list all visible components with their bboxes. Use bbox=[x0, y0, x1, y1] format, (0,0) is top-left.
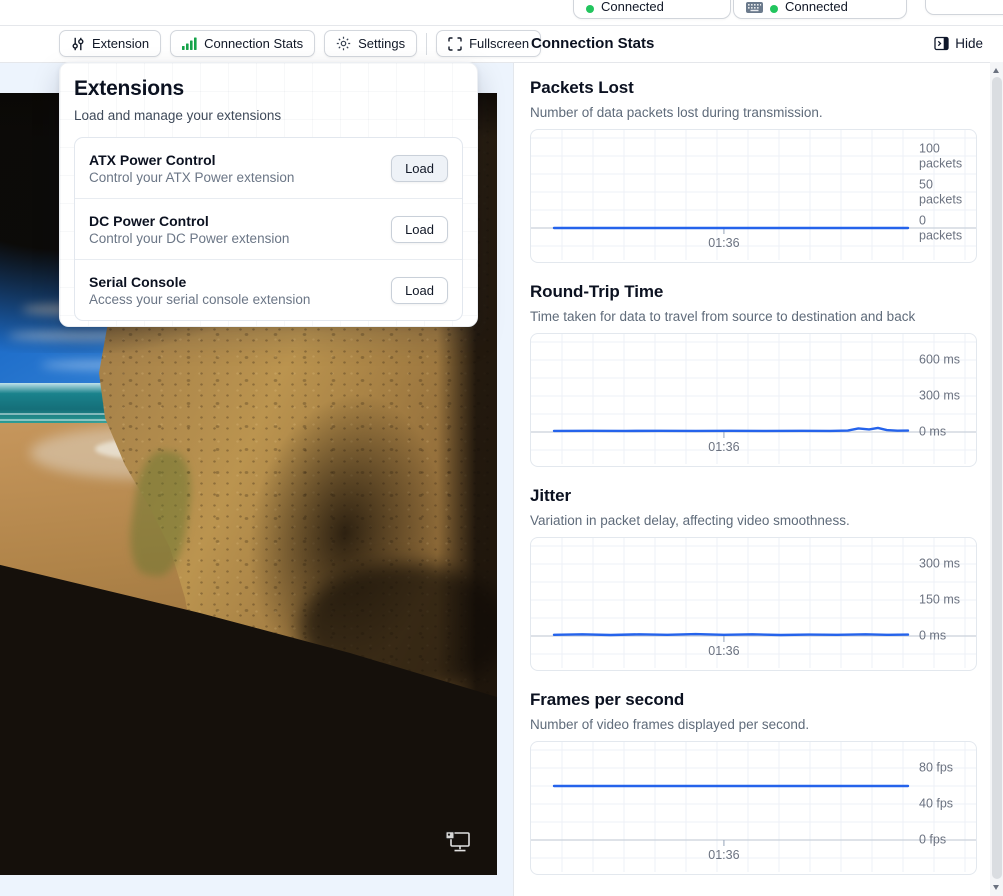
extension-name: DC Power Control bbox=[89, 213, 289, 229]
adjustments-icon bbox=[71, 37, 85, 51]
keyboard-status-badge[interactable]: Connected bbox=[733, 0, 907, 19]
chart-title: Packets Lost bbox=[530, 78, 977, 98]
gear-icon bbox=[336, 36, 351, 51]
scroll-up-arrow-icon[interactable] bbox=[993, 68, 999, 73]
load-extension-button[interactable]: Load bbox=[391, 155, 448, 182]
toolbar-button-settings[interactable]: Settings bbox=[324, 30, 417, 57]
chart-title: Round-Trip Time bbox=[530, 282, 977, 302]
chart-title: Frames per second bbox=[530, 690, 977, 710]
keyboard-status-label: Connected bbox=[785, 0, 848, 14]
top-status-bar: Connected Connected bbox=[0, 0, 1003, 26]
toolbar-button-label: Extension bbox=[92, 36, 149, 51]
y-axis-label: 50 packets bbox=[919, 177, 962, 207]
connection-stats-panel: Packets Lost Number of data packets lost … bbox=[514, 62, 990, 896]
connection-status-badge[interactable]: Connected bbox=[573, 0, 731, 19]
toolbar-button-label: Connection Stats bbox=[204, 36, 303, 51]
extensions-list: ATX Power Control Control your ATX Power … bbox=[74, 137, 463, 321]
extensions-subtitle: Load and manage your extensions bbox=[74, 108, 463, 123]
extension-description: Access your serial console extension bbox=[89, 292, 310, 307]
chart-description: Number of data packets lost during trans… bbox=[530, 105, 977, 120]
chart-title: Jitter bbox=[530, 486, 977, 506]
x-axis-tick-label: 01:36 bbox=[708, 236, 739, 250]
status-dot-icon bbox=[586, 5, 594, 13]
toolbar-button-fullscreen[interactable]: Fullscreen bbox=[436, 30, 541, 57]
extension-description: Control your ATX Power extension bbox=[89, 170, 294, 185]
y-axis-label: 600 ms bbox=[919, 353, 960, 368]
chart-description: Time taken for data to travel from sourc… bbox=[530, 309, 977, 324]
partial-status-badge[interactable] bbox=[925, 0, 1003, 15]
y-axis-label: 0 ms bbox=[919, 629, 946, 644]
status-dot-icon bbox=[770, 5, 778, 13]
stat-section-frames-per-second: Frames per second Number of video frames … bbox=[530, 690, 977, 875]
chart-canvas-round-trip-time: 01:36 600 ms 300 ms 0 ms bbox=[530, 333, 977, 467]
charts-container: Packets Lost Number of data packets lost … bbox=[530, 78, 990, 875]
extensions-popover: Extensions Load and manage your extensio… bbox=[59, 62, 478, 327]
hide-panel-button[interactable]: Hide bbox=[934, 36, 983, 51]
data-line-rtt_ms bbox=[554, 428, 908, 431]
chart-canvas-frames-per-second: 01:36 80 fps 40 fps 0 fps bbox=[530, 741, 977, 875]
chart-canvas-jitter: 01:36 300 ms 150 ms 0 ms bbox=[530, 537, 977, 671]
extension-item-text: DC Power Control Control your DC Power ex… bbox=[89, 213, 289, 246]
header-row: Extension Connection Stats Settings Fullscr… bbox=[0, 25, 1003, 63]
stat-section-round-trip-time: Round-Trip Time Time taken for data to tr… bbox=[530, 282, 977, 467]
panel-collapse-icon bbox=[934, 36, 949, 51]
y-axis-label: 0 ms bbox=[919, 425, 946, 440]
scroll-down-arrow-icon[interactable] bbox=[993, 885, 999, 890]
connection-status-label: Connected bbox=[601, 0, 664, 14]
stats-panel-header: Connection Stats Hide bbox=[531, 25, 983, 62]
y-axis-label: 0 fps bbox=[919, 833, 946, 848]
stat-section-packets-lost: Packets Lost Number of data packets lost … bbox=[530, 78, 977, 263]
panel-scrollbar[interactable] bbox=[990, 62, 1003, 896]
scrollbar-thumb[interactable] bbox=[992, 77, 1002, 879]
extension-item-text: Serial Console Access your serial console… bbox=[89, 274, 310, 307]
chart-description: Number of video frames displayed per sec… bbox=[530, 717, 977, 732]
extension-item: ATX Power Control Control your ATX Power … bbox=[75, 138, 462, 198]
extension-item: DC Power Control Control your DC Power ex… bbox=[75, 198, 462, 259]
y-axis-label: 0 packets bbox=[919, 213, 962, 243]
load-extension-button[interactable]: Load bbox=[391, 216, 448, 243]
toolbar-button-label: Settings bbox=[358, 36, 405, 51]
chart-canvas-packets-lost: 01:36 100 packets 50 packets 0 packets bbox=[530, 129, 977, 263]
y-axis-label: 150 ms bbox=[919, 593, 960, 608]
extensions-title: Extensions bbox=[74, 77, 463, 101]
extension-item: Serial Console Access your serial console… bbox=[75, 259, 462, 320]
keyboard-icon bbox=[746, 2, 763, 13]
hide-label: Hide bbox=[955, 36, 983, 51]
y-axis-label: 40 fps bbox=[919, 797, 953, 812]
chart-description: Variation in packet delay, affecting vid… bbox=[530, 513, 977, 528]
y-axis-label: 80 fps bbox=[919, 761, 953, 776]
data-line-jitter_ms bbox=[554, 634, 908, 635]
stat-section-jitter: Jitter Variation in packet delay, affecti… bbox=[530, 486, 977, 671]
x-axis-tick-label: 01:36 bbox=[708, 644, 739, 658]
toolbar-button-connection-stats[interactable]: Connection Stats bbox=[170, 30, 315, 57]
signal-bars-icon bbox=[182, 37, 197, 50]
display-status-icon bbox=[445, 831, 471, 853]
toolbar-button-label: Fullscreen bbox=[469, 36, 529, 51]
y-axis-label: 300 ms bbox=[919, 389, 960, 404]
stats-panel-title: Connection Stats bbox=[531, 35, 654, 52]
extension-item-text: ATX Power Control Control your ATX Power … bbox=[89, 152, 294, 185]
load-extension-button[interactable]: Load bbox=[391, 277, 448, 304]
extension-name: Serial Console bbox=[89, 274, 310, 290]
extension-name: ATX Power Control bbox=[89, 152, 294, 168]
x-axis-tick-label: 01:36 bbox=[708, 440, 739, 454]
y-axis-label: 300 ms bbox=[919, 557, 960, 572]
fullscreen-icon bbox=[448, 37, 462, 51]
y-axis-label: 100 packets bbox=[919, 141, 962, 171]
extension-description: Control your DC Power extension bbox=[89, 231, 289, 246]
x-axis-tick-label: 01:36 bbox=[708, 848, 739, 862]
toolbar-button-extension[interactable]: Extension bbox=[59, 30, 161, 57]
toolbar: Extension Connection Stats Settings Fullscr… bbox=[59, 30, 541, 57]
toolbar-separator bbox=[426, 33, 427, 55]
